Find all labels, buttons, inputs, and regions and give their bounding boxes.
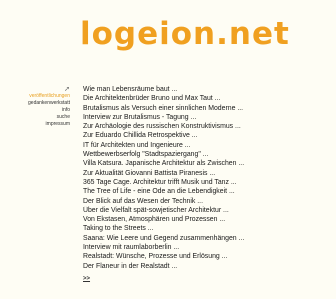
article-link[interactable]: Der Flaneur in der Realstadt ...	[83, 262, 333, 271]
article-link[interactable]: Brutalismus als Versuch einer sinnlichen…	[83, 104, 333, 113]
article-link[interactable]: Zur Eduardo Chillida Retrospektive ...	[83, 131, 333, 140]
article-link[interactable]: Saana: Wie Leere und Gegend zusammenhäng…	[83, 234, 333, 243]
article-link[interactable]: Realstadt: Wünsche, Prozesse und Erlösun…	[83, 252, 333, 261]
article-link[interactable]: IT für Architekten und Ingenieure ...	[83, 141, 333, 150]
nav-item-impressum[interactable]: impressum	[0, 121, 70, 128]
nav-item-veroeffentlichungen[interactable]: veröffentlichungen	[0, 93, 70, 100]
sidebar-nav: ➚ veröffentlichungen gedankenwerkstatt i…	[0, 86, 70, 128]
article-list: Wie man Lebensräume baut ... Die Archite…	[83, 85, 333, 271]
article-link[interactable]: The Tree of Life - eine Ode an die Leben…	[83, 187, 333, 196]
article-link[interactable]: Villa Katsura. Japanische Architektur al…	[83, 159, 333, 168]
logo-text: logeion.net	[80, 16, 290, 52]
nav-item-suche[interactable]: suche	[0, 114, 70, 121]
article-link[interactable]: 365 Tage Cage. Architektur trifft Musik …	[83, 178, 333, 187]
article-link[interactable]: Wie man Lebensräume baut ...	[83, 85, 333, 94]
article-link[interactable]: Wettbewerbserfolg "Stadtspaziergang" ...	[83, 150, 333, 159]
article-link[interactable]: Interview mit raumlaborberlin ...	[83, 243, 333, 252]
article-link[interactable]: Von Ekstasen, Atmosphären und Prozessen …	[83, 215, 333, 224]
nav-item-gedankenwerkstatt[interactable]: gedankenwerkstatt	[0, 100, 70, 107]
nav-item-info[interactable]: info	[0, 107, 70, 114]
article-link[interactable]: Taking to the Streets ...	[83, 224, 333, 233]
article-link[interactable]: Zur Aktualität Giovanni Battista Piranes…	[83, 169, 333, 178]
article-link[interactable]: Über die Vielfalt spät-sowjetischer Arch…	[83, 206, 333, 215]
article-link[interactable]: Zur Archäologie des russischen Konstrukt…	[83, 122, 333, 131]
article-link[interactable]: Die Architektenbrüder Bruno und Max Taut…	[83, 94, 333, 103]
link-icon[interactable]: ➚	[63, 86, 70, 93]
article-link[interactable]: Der Blick auf das Wesen der Technik ...	[83, 197, 333, 206]
article-link[interactable]: Interview zur Brutalismus - Tagung ...	[83, 113, 333, 122]
more-link[interactable]: >>	[83, 276, 90, 282]
site-logo[interactable]: logeion.net	[0, 0, 336, 60]
